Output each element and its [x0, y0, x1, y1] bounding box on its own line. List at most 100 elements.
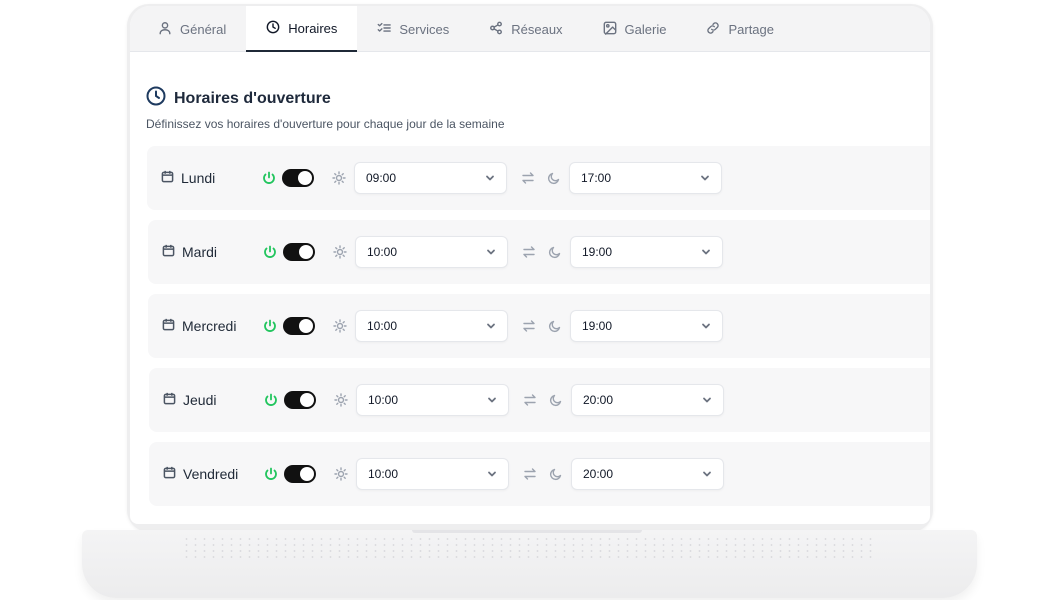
swap-arrows-icon [521, 171, 535, 185]
day-label: Lundi [147, 170, 262, 186]
sun-icon [333, 245, 347, 259]
close-time-value: 20:00 [583, 393, 614, 407]
hinge-notch [412, 530, 642, 533]
tab-label: Horaires [288, 20, 338, 36]
image-icon [603, 21, 617, 38]
swap-arrows-icon [523, 467, 537, 481]
day-label: Mardi [148, 244, 263, 260]
tab-reseaux[interactable]: Réseaux [469, 6, 582, 52]
close-time-value: 17:00 [581, 171, 612, 185]
section-header: Horaires d'ouverture Définissez vos hora… [146, 86, 505, 131]
section-title-text: Horaires d'ouverture [174, 89, 331, 107]
link-icon [706, 21, 720, 38]
clock-icon [266, 20, 280, 37]
open-time-select[interactable]: 10:00 [356, 384, 509, 416]
tab-galerie[interactable]: Galerie [583, 6, 687, 52]
day-row-jeudi: Jeudi 10:00 20:00 [149, 368, 930, 432]
day-enabled-toggle[interactable] [283, 243, 315, 261]
chevron-down-icon [486, 321, 496, 331]
day-row-vendredi: Vendredi 10:00 20:00 [149, 442, 930, 506]
power-icon [263, 319, 277, 333]
moon-icon [549, 467, 563, 481]
day-name: Jeudi [183, 392, 217, 408]
tab-services[interactable]: Services [357, 6, 469, 52]
tab-bar: Général Horaires Services Réseaux Galeri… [130, 6, 930, 52]
sun-icon [334, 393, 348, 407]
chevron-down-icon [487, 395, 497, 405]
swap-arrows-icon [522, 245, 536, 259]
moon-icon [549, 393, 563, 407]
day-name: Mardi [182, 244, 218, 260]
chevron-down-icon [701, 321, 711, 331]
day-label: Mercredi [148, 318, 263, 334]
sun-icon [332, 171, 346, 185]
clock-icon [146, 86, 166, 111]
chevron-down-icon [486, 247, 496, 257]
open-time-select[interactable]: 10:00 [356, 458, 509, 490]
day-enabled-toggle[interactable] [282, 169, 314, 187]
tab-label: Galerie [624, 21, 667, 37]
open-time-select[interactable]: 10:00 [355, 236, 508, 268]
day-enabled-toggle[interactable] [283, 317, 315, 335]
chevron-down-icon [702, 469, 712, 479]
calendar-icon [162, 244, 175, 260]
open-time-value: 10:00 [368, 393, 399, 407]
chevron-down-icon [702, 395, 712, 405]
tab-label: Services [399, 21, 450, 37]
calendar-icon [161, 170, 174, 186]
power-icon [263, 245, 277, 259]
chevron-down-icon [487, 469, 497, 479]
share-icon [489, 21, 503, 38]
laptop-base [82, 530, 977, 598]
tab-label: Général [180, 21, 227, 37]
open-time-value: 09:00 [366, 171, 397, 185]
close-time-select[interactable]: 19:00 [570, 310, 723, 342]
day-name: Mercredi [182, 318, 237, 334]
day-label: Vendredi [149, 466, 264, 482]
close-time-value: 19:00 [582, 319, 613, 333]
tab-partage[interactable]: Partage [686, 6, 794, 52]
chevron-down-icon [701, 247, 711, 257]
page-title: Horaires d'ouverture [146, 86, 505, 111]
swap-arrows-icon [523, 393, 537, 407]
day-row-mardi: Mardi 10:00 19:00 [148, 220, 930, 284]
close-time-select[interactable]: 20:00 [571, 384, 724, 416]
day-row-mercredi: Mercredi 10:00 19:00 [148, 294, 930, 358]
calendar-icon [162, 318, 175, 334]
moon-icon [547, 171, 561, 185]
close-time-select[interactable]: 19:00 [570, 236, 723, 268]
calendar-icon [163, 466, 176, 482]
open-time-value: 10:00 [367, 319, 398, 333]
tab-label: Partage [728, 21, 775, 37]
power-icon [264, 393, 278, 407]
laptop-screen: Général Horaires Services Réseaux Galeri… [127, 4, 933, 532]
close-time-select[interactable]: 17:00 [569, 162, 722, 194]
day-row-lundi: Lundi 09:00 17:00 [147, 146, 930, 210]
chevron-down-icon [700, 173, 710, 183]
open-time-select[interactable]: 09:00 [354, 162, 507, 194]
moon-icon [548, 245, 562, 259]
tab-label: Réseaux [511, 21, 563, 37]
open-time-select[interactable]: 10:00 [355, 310, 508, 342]
user-icon [158, 21, 172, 38]
sun-icon [334, 467, 348, 481]
tab-horaires[interactable]: Horaires [246, 6, 358, 52]
power-icon [264, 467, 278, 481]
close-time-value: 19:00 [582, 245, 613, 259]
app-window: Général Horaires Services Réseaux Galeri… [130, 6, 930, 524]
day-enabled-toggle[interactable] [284, 391, 316, 409]
keyboard-area [182, 536, 877, 560]
close-time-select[interactable]: 20:00 [571, 458, 724, 490]
close-time-value: 20:00 [583, 467, 614, 481]
day-enabled-toggle[interactable] [284, 465, 316, 483]
section-subtitle: Définissez vos horaires d'ouverture pour… [146, 117, 505, 131]
power-icon [262, 171, 276, 185]
day-name: Lundi [181, 170, 216, 186]
open-time-value: 10:00 [368, 467, 399, 481]
calendar-icon [163, 392, 176, 408]
day-name: Vendredi [183, 466, 239, 482]
list-check-icon [377, 21, 392, 38]
chevron-down-icon [485, 173, 495, 183]
sun-icon [333, 319, 347, 333]
tab-general[interactable]: Général [138, 6, 246, 52]
